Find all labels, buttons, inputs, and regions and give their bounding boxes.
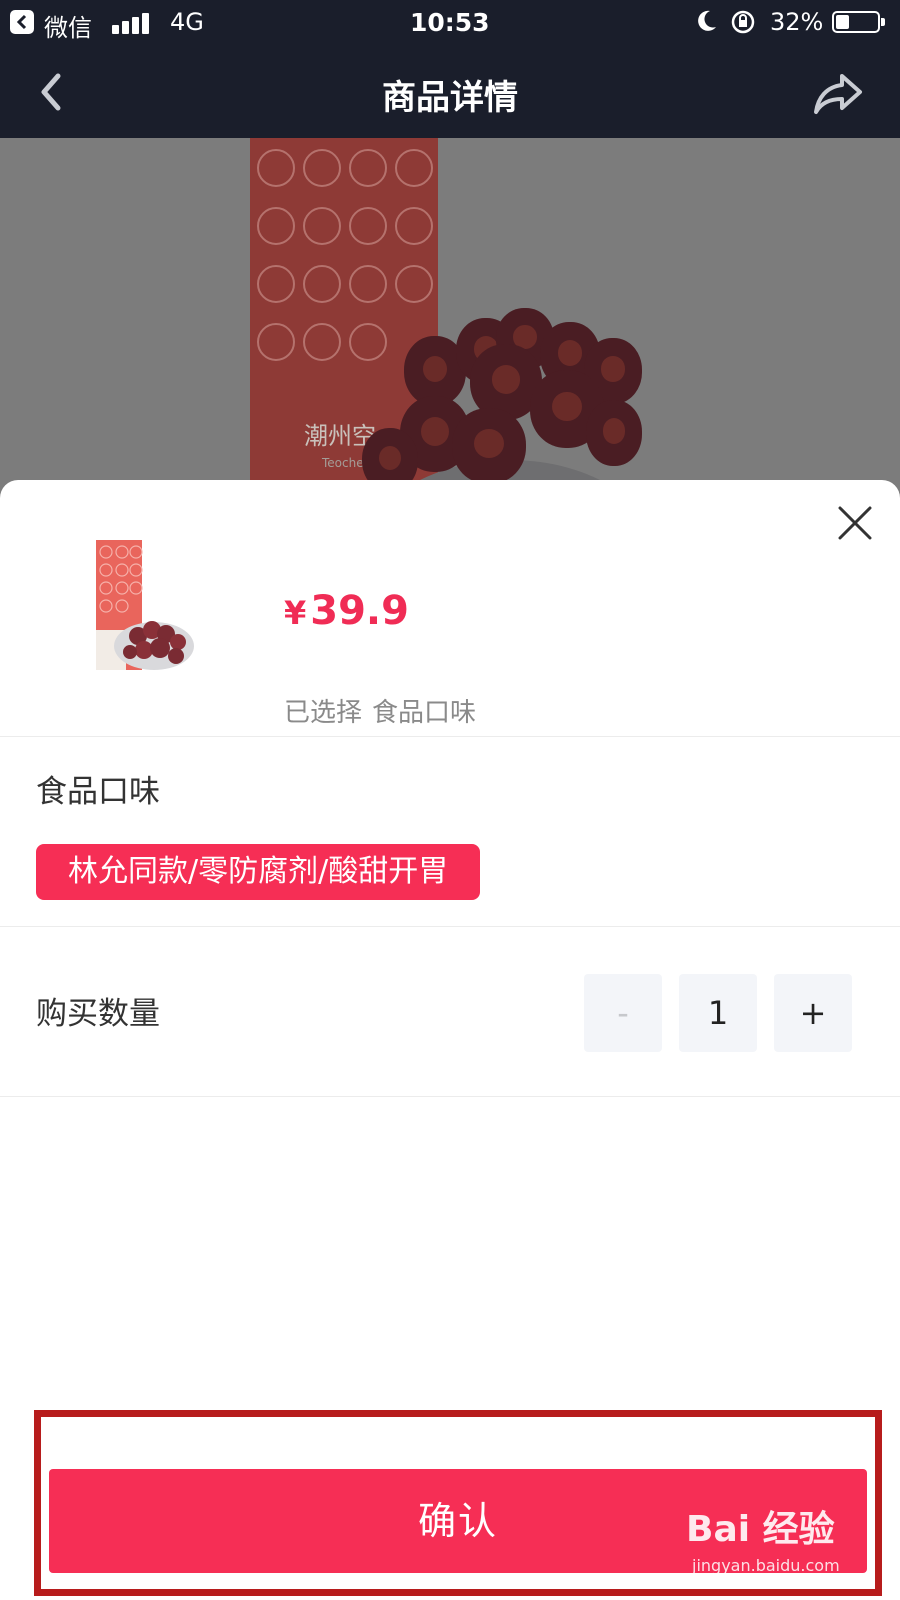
nav-bar: 商品详情 [0,46,900,138]
network-label: 4G [170,8,204,36]
divider [0,926,900,927]
quantity-increment-button[interactable]: + [774,974,852,1052]
product-hero-image: 潮州空 Teochew [0,138,900,500]
rotation-lock-icon [731,10,755,34]
sku-selection-sheet: ¥39.9 已选择 食品口味 食品口味 林允同款/零防腐剂/酸甜开胃 购买数量 -… [0,480,900,1600]
selected-value: 食品口味 [372,698,477,728]
page-title: 商品详情 [382,78,518,118]
selected-label: 已选择 [284,698,363,728]
currency-symbol: ¥ [284,594,307,632]
quantity-input[interactable]: 1 [679,974,757,1052]
watermark-logo: Bai 经验 [686,1509,835,1550]
clock: 10:53 [410,8,490,37]
close-icon[interactable] [836,504,874,542]
share-icon[interactable] [812,70,864,116]
quantity-decrement-button[interactable]: - [584,974,662,1052]
divider [0,1096,900,1097]
divider [0,736,900,737]
battery-icon [832,11,885,33]
battery-percent: 32% [770,8,824,36]
product-thumbnail [96,540,194,670]
flavor-label: 食品口味 [36,774,160,810]
price-value: 39.9 [310,588,409,634]
selected-summary: 已选择 食品口味 [284,692,476,729]
signal-icon [112,10,152,34]
quantity-label: 购买数量 [36,996,160,1032]
carrier-label: 微信 [44,14,92,42]
back-to-app-icon[interactable] [10,10,34,34]
moon-icon [698,10,716,31]
price: ¥39.9 [284,588,409,634]
baidu-watermark: Bai 经验 jingyan.baidu.com [686,1500,856,1590]
flavor-option-chip[interactable]: 林允同款/零防腐剂/酸甜开胃 [36,844,481,900]
watermark-url: jingyan.baidu.com [692,1556,840,1575]
status-bar: 微信 4G 10:53 32% [0,0,900,46]
